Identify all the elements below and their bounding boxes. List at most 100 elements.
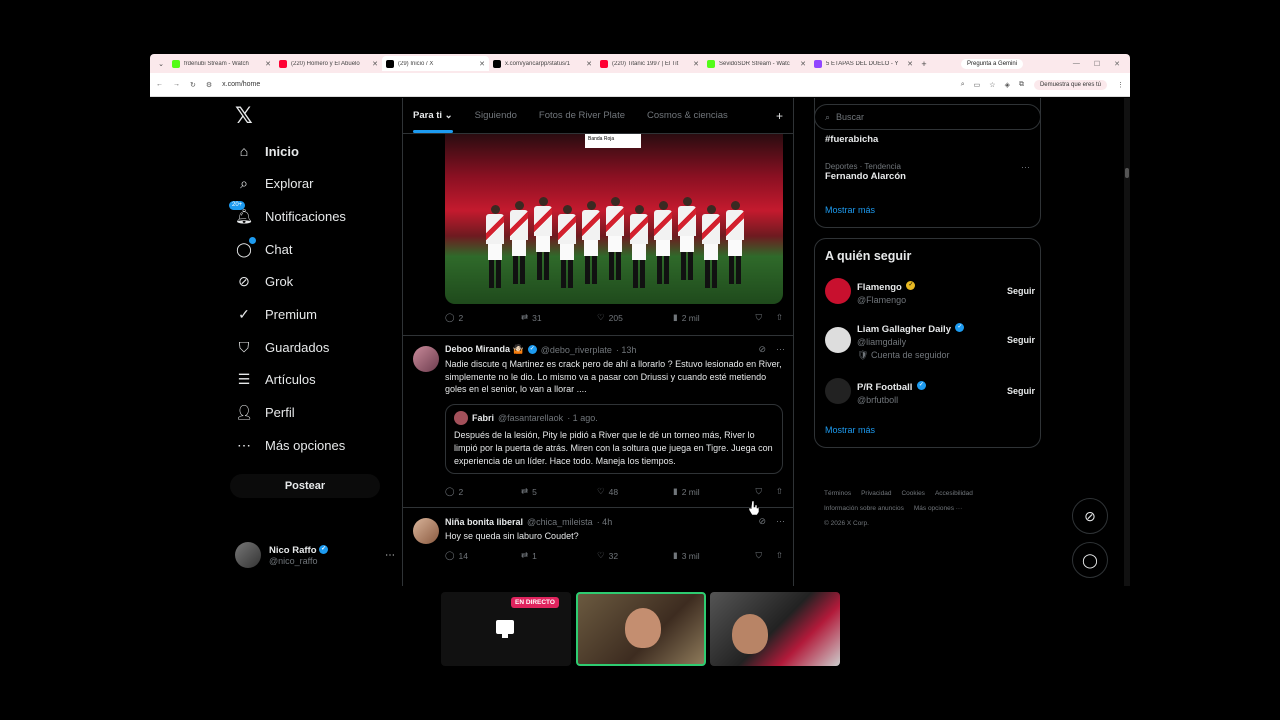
nav-item-artículos[interactable]: ☰ Artículos <box>235 371 316 389</box>
show-more-link[interactable]: Mostrar más <box>825 425 875 435</box>
minimize-icon[interactable]: — <box>1073 60 1080 68</box>
reload-icon[interactable]: ↻ <box>190 81 196 89</box>
follow-name[interactable]: Liam Gallagher Daily <box>857 324 951 335</box>
tab-fotos-river[interactable]: Fotos de River Plate <box>539 110 625 121</box>
extension-icon[interactable]: ◈ <box>1005 81 1010 89</box>
site-info-icon[interactable]: ⚙ <box>206 81 212 89</box>
maximize-icon[interactable]: ☐ <box>1094 60 1100 68</box>
new-tab-button[interactable]: + <box>917 59 931 69</box>
messages-float-button[interactable]: ◯ <box>1072 542 1108 578</box>
show-more-link[interactable]: Mostrar más <box>825 205 875 215</box>
author-name[interactable]: Niña bonita liberal <box>445 517 523 527</box>
more-icon[interactable]: ⋯ <box>385 550 395 561</box>
nav-item-chat[interactable]: ◯ Chat <box>235 237 292 258</box>
bookmark-icon[interactable]: ⛉ <box>755 312 761 323</box>
repost-button[interactable]: ⇄ 1 <box>521 550 597 561</box>
search-input[interactable]: ⌕ Buscar <box>814 104 1041 130</box>
footer-link[interactable]: Accesibilidad <box>935 490 973 497</box>
like-button[interactable]: ♡ 205 <box>597 312 673 323</box>
grok-icon[interactable]: ⊘ <box>758 516 766 527</box>
grok-icon[interactable]: ⊘ <box>758 344 766 355</box>
browser-tab[interactable]: (29) Inicio / X ✕ <box>382 56 489 71</box>
nav-item-grok[interactable]: ⊘ Grok <box>235 273 293 291</box>
forward-icon[interactable]: → <box>173 81 180 88</box>
views-button[interactable]: ▮ 2 mil <box>673 486 749 497</box>
nav-item-explorar[interactable]: ⌕ Explorar <box>235 175 313 193</box>
author-handle[interactable]: @debo_riverplate <box>541 345 612 355</box>
close-tab-icon[interactable]: ✕ <box>479 60 485 68</box>
author-handle[interactable]: @chica_mileista <box>527 517 593 527</box>
more-icon[interactable]: ⋯ <box>776 516 785 527</box>
browser-tab[interactable]: frdenubi Stream - Watch ✕ <box>168 56 275 71</box>
more-icon[interactable]: ⋯ <box>776 344 785 355</box>
share-icon[interactable]: ⇧ <box>776 550 783 561</box>
profile-chip[interactable]: Demuestra que eres tú <box>1033 79 1107 90</box>
share-icon[interactable]: ⇧ <box>776 486 783 497</box>
post-time[interactable]: · 13h <box>616 345 637 355</box>
follow-suggestion[interactable]: P/R Football ✓ @brfutboll Seguir <box>825 377 1035 405</box>
close-tab-icon[interactable]: ✕ <box>586 60 592 68</box>
footer-link[interactable]: Más opciones ··· <box>914 505 962 512</box>
x-logo-icon[interactable]: 𝕏 <box>235 104 253 129</box>
add-tab-icon[interactable]: + <box>776 109 783 123</box>
tab-search-icon[interactable]: ⌄ <box>154 60 168 68</box>
account-switcher[interactable]: Nico Raffo ✓ @nico_raffo ⋯ <box>235 542 395 568</box>
avatar[interactable] <box>825 278 851 304</box>
follow-name[interactable]: Flamengo <box>857 282 902 293</box>
views-button[interactable]: ▮ 2 mil <box>673 312 749 323</box>
nav-item-inicio[interactable]: ⌂ Inicio <box>235 142 299 160</box>
repost-button[interactable]: ⇄ 31 <box>521 312 597 323</box>
nav-item-premium[interactable]: ✓ Premium <box>235 306 317 324</box>
quoted-post[interactable]: Fabri @fasantarellaok · 1 ago. Después d… <box>445 404 783 474</box>
footer-link[interactable]: Términos <box>824 490 851 497</box>
avatar[interactable] <box>825 327 851 353</box>
post[interactable]: Niña bonita liberal @chica_mileista · 4h… <box>403 507 793 577</box>
trend-item[interactable]: #fuerabicha <box>825 134 878 145</box>
post-image[interactable]: Banda Roja <box>445 134 783 304</box>
footer-link[interactable]: Privacidad <box>861 490 891 497</box>
reply-button[interactable]: ◯ 2 <box>445 312 521 323</box>
scrollbar[interactable] <box>1124 98 1130 586</box>
close-tab-icon[interactable]: ✕ <box>907 60 913 68</box>
follow-button[interactable]: Seguir <box>1007 386 1035 396</box>
tab-cosmos[interactable]: Cosmos & ciencias <box>647 110 728 121</box>
follow-button[interactable]: Seguir <box>1007 335 1035 345</box>
star-icon[interactable]: ☆ <box>989 81 995 89</box>
views-button[interactable]: ▮ 3 mil <box>673 550 749 561</box>
close-tab-icon[interactable]: ✕ <box>800 60 806 68</box>
more-icon[interactable]: ⋯ <box>1021 162 1030 173</box>
follow-name[interactable]: P/R Football <box>857 382 912 393</box>
like-button[interactable]: ♡ 48 <box>597 486 673 497</box>
post[interactable]: Deboo Miranda 🤷🏻 ✓ @debo_riverplate · 13… <box>403 335 793 507</box>
browser-tab[interactable]: SevidoSDR Stream - Watc ✕ <box>703 56 810 71</box>
footer-link[interactable]: Cookies <box>901 490 924 497</box>
nav-item-notificaciones[interactable]: 🔔︎ 20+ Notificaciones <box>229 201 346 225</box>
follow-suggestion[interactable]: Flamengo ✓ @Flamengo Seguir <box>825 277 1035 305</box>
post-time[interactable]: · 4h <box>597 517 613 527</box>
author-name[interactable]: Deboo Miranda 🤷🏻 <box>445 344 524 355</box>
follow-suggestion[interactable]: Liam Gallagher Daily ✓ @liamgdaily 🛡︎ Cu… <box>825 319 1035 361</box>
gemini-button[interactable]: Pregunta a Gemini <box>961 58 1024 69</box>
stream-tile-camera[interactable] <box>576 592 706 666</box>
like-button[interactable]: ♡ 32 <box>597 550 673 561</box>
nav-item-perfil[interactable]: 👤︎ Perfil <box>235 404 295 422</box>
url-field[interactable]: x.com/home <box>222 81 951 88</box>
grok-float-button[interactable]: ⊘ <box>1072 498 1108 534</box>
close-tab-icon[interactable]: ✕ <box>693 60 699 68</box>
browser-tab[interactable]: x.com/yancarpp/status/1 ✕ <box>489 56 596 71</box>
follow-button[interactable]: Seguir <box>1007 286 1035 296</box>
browser-tab[interactable]: (220) Titanic 1997 | El Tit ✕ <box>596 56 703 71</box>
nav-item-guardados[interactable]: ⛉ Guardados <box>235 338 330 356</box>
bookmark-icon[interactable]: ⛉ <box>755 550 761 561</box>
cast-icon[interactable]: ▭ <box>974 81 981 89</box>
stream-tile-screen[interactable]: EN DIRECTO <box>441 592 571 666</box>
tab-siguiendo[interactable]: Siguiendo <box>475 110 517 121</box>
nav-item-más-opciones[interactable]: ⋯ Más opciones <box>235 436 345 454</box>
browser-tab[interactable]: (220) Homero y El Abuelo ✕ <box>275 56 382 71</box>
share-icon[interactable]: ⇧ <box>776 312 783 323</box>
footer-link[interactable]: Información sobre anuncios <box>824 505 904 512</box>
avatar[interactable] <box>413 346 439 372</box>
puzzle-icon[interactable]: ⧉ <box>1019 81 1024 89</box>
back-icon[interactable]: ← <box>156 81 163 88</box>
reply-button[interactable]: ◯ 14 <box>445 550 521 561</box>
